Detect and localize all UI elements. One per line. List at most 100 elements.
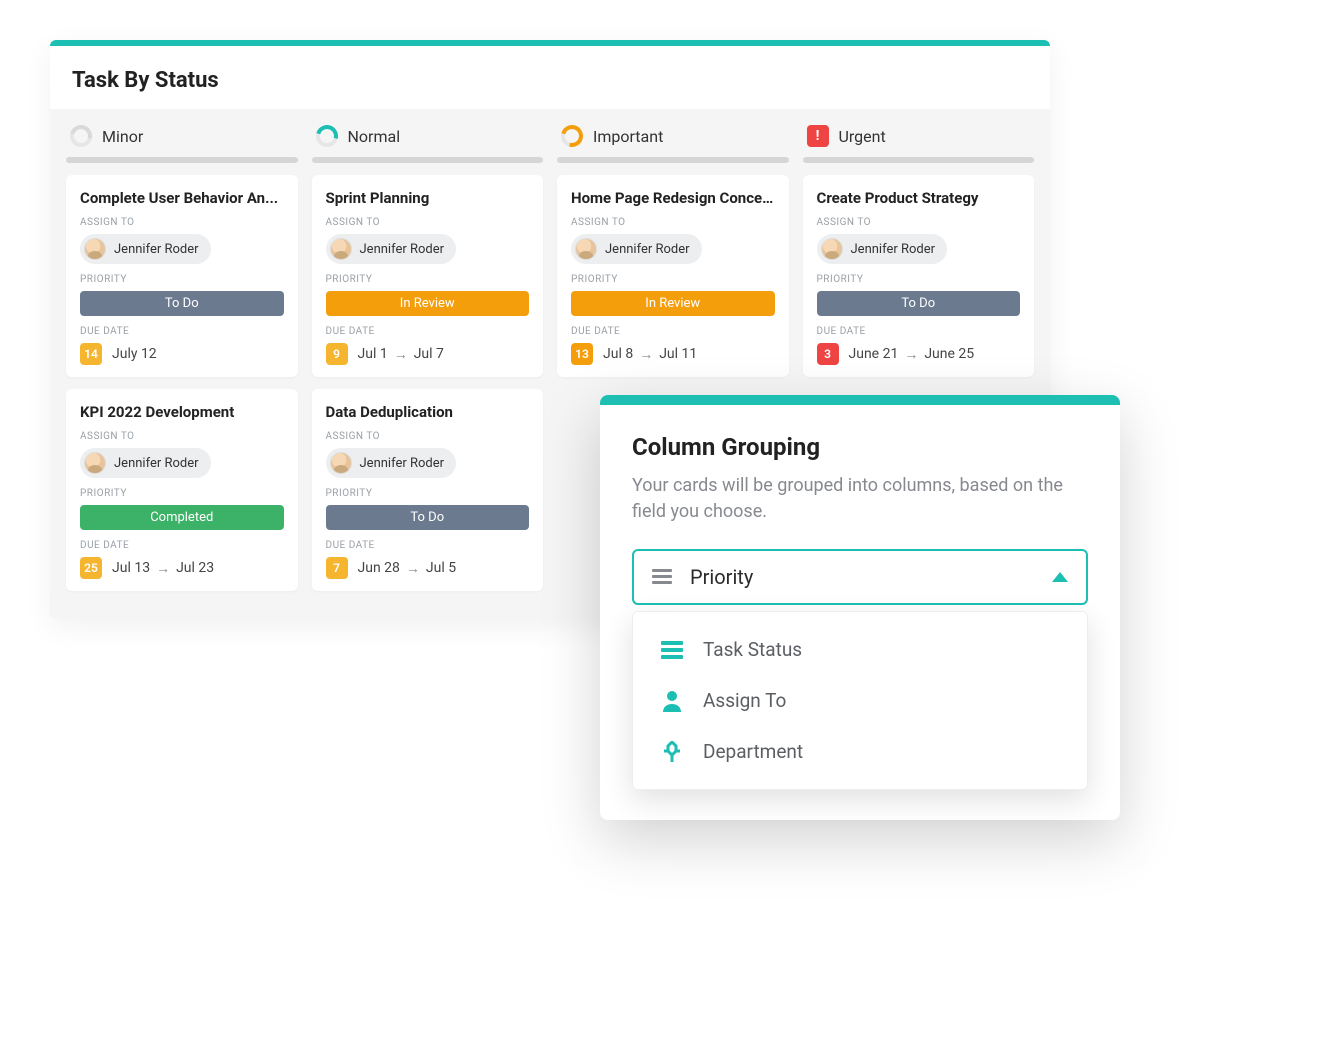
due-start: Jun 28	[358, 560, 400, 576]
popup-accent-bar	[600, 395, 1120, 405]
avatar	[330, 452, 352, 474]
status-pill[interactable]: To Do	[817, 291, 1021, 316]
board-title: Task By Status	[50, 46, 1050, 109]
avatar	[84, 238, 106, 260]
due-start: Jul 1	[358, 346, 388, 362]
task-card[interactable]: Complete User Behavior An...ASSIGN TOJen…	[66, 175, 298, 377]
due-text: Jun 28→Jul 5	[358, 560, 457, 577]
column-underline	[557, 157, 789, 163]
priority-label: PRIORITY	[326, 274, 530, 285]
priority-label: PRIORITY	[817, 274, 1021, 285]
dept-icon	[661, 741, 683, 763]
task-card[interactable]: Sprint Planning ASSIGN TO Jennifer Roder PR…	[312, 175, 544, 377]
due-text: Jul 1 → Jul 7	[358, 346, 444, 363]
due-badge: 13	[571, 343, 593, 365]
task-card[interactable]: Create Product Strategy ASSIGN TO Jennifer…	[803, 175, 1035, 377]
assignee-chip[interactable]: Jennifer Roder	[817, 234, 948, 264]
due-end: Jul 5	[426, 560, 456, 576]
important-ring-icon	[561, 125, 583, 147]
assignee-chip[interactable]: Jennifer Roder	[80, 234, 211, 264]
status-pill[interactable]: In Review	[571, 291, 775, 316]
status-pill[interactable]: Completed	[80, 505, 284, 530]
column-underline	[66, 157, 298, 163]
arrow-icon: →	[904, 346, 918, 363]
task-card[interactable]: Data Deduplication ASSIGN TO Jennifer Rode…	[312, 389, 544, 591]
due-label: DUE DATE	[817, 326, 1021, 337]
popup-title: Column Grouping	[632, 433, 1088, 461]
status-pill[interactable]: To Do	[80, 291, 284, 316]
column-normal: Normal Sprint Planning ASSIGN TO Jennifer R…	[312, 125, 544, 603]
popup-description: Your cards will be grouped into columns,…	[632, 473, 1088, 525]
grouping-option-task-status[interactable]: Task Status	[633, 624, 1087, 675]
due-badge: 14	[80, 343, 102, 365]
due-end: June 25	[924, 346, 974, 362]
due-start: June 21	[849, 346, 899, 362]
task-card[interactable]: KPI 2022 DevelopmentASSIGN TOJennifer Ro…	[66, 389, 298, 591]
priority-label: PRIORITY	[80, 274, 284, 285]
arrow-icon: →	[394, 346, 408, 363]
due-badge: 7	[326, 557, 348, 579]
grouping-select[interactable]: Priority	[632, 549, 1088, 605]
due-row: 3 June 21 → June 25	[817, 343, 1021, 365]
assignee-chip[interactable]: Jennifer Roder	[326, 234, 457, 264]
option-label: Task Status	[703, 638, 802, 661]
due-label: DUE DATE	[571, 326, 775, 337]
due-text: Jul 13→Jul 23	[112, 560, 214, 577]
due-label: DUE DATE	[326, 326, 530, 337]
due-start: July 12	[112, 346, 157, 362]
column-name: Important	[593, 127, 663, 146]
card-title: Data Deduplication	[326, 403, 530, 421]
due-label: DUE DATE	[80, 326, 284, 337]
due-badge: 9	[326, 343, 348, 365]
priority-label: PRIORITY	[80, 488, 284, 499]
assignee-chip[interactable]: Jennifer Roder	[80, 448, 211, 478]
minor-ring-icon	[70, 125, 92, 147]
column-underline	[803, 157, 1035, 163]
arrow-icon: →	[156, 560, 170, 577]
avatar	[575, 238, 597, 260]
assign-label: ASSIGN TO	[80, 431, 284, 442]
option-label: Assign To	[703, 689, 786, 712]
assign-label: ASSIGN TO	[326, 431, 530, 442]
assignee-name: Jennifer Roder	[360, 242, 445, 257]
due-text: June 21 → June 25	[849, 346, 975, 363]
column-header: Minor	[66, 125, 298, 157]
column-minor: MinorComplete User Behavior An...ASSIGN …	[66, 125, 298, 603]
due-row: 14 July 12	[80, 343, 284, 365]
option-label: Department	[703, 740, 803, 763]
priority-label: PRIORITY	[326, 488, 530, 499]
due-label: DUE DATE	[80, 540, 284, 551]
card-title: Home Page Redesign Conce...	[571, 189, 775, 207]
list-icon	[652, 569, 672, 585]
status-pill[interactable]: In Review	[326, 291, 530, 316]
assign-label: ASSIGN TO	[817, 217, 1021, 228]
assignee-name: Jennifer Roder	[851, 242, 936, 257]
column-underline	[312, 157, 544, 163]
task-card[interactable]: Home Page Redesign Conce...ASSIGN TOJenn…	[557, 175, 789, 377]
arrow-icon: →	[639, 346, 653, 363]
grouping-option-assign-to[interactable]: Assign To	[633, 675, 1087, 726]
assignee-name: Jennifer Roder	[360, 456, 445, 471]
assignee-chip[interactable]: Jennifer Roder	[326, 448, 457, 478]
assignee-name: Jennifer Roder	[605, 242, 690, 257]
due-label: DUE DATE	[326, 540, 530, 551]
status-pill[interactable]: To Do	[326, 505, 530, 530]
card-title: Sprint Planning	[326, 189, 530, 207]
assignee-chip[interactable]: Jennifer Roder	[571, 234, 702, 264]
due-badge: 3	[817, 343, 839, 365]
card-title: Complete User Behavior An...	[80, 189, 284, 207]
due-end: Jul 7	[414, 346, 444, 362]
card-title: Create Product Strategy	[817, 189, 1021, 207]
column-name: Normal	[348, 127, 401, 146]
assignee-name: Jennifer Roder	[114, 242, 199, 257]
grouping-option-department[interactable]: Department	[633, 726, 1087, 777]
urgent-icon: !	[807, 125, 829, 147]
assign-label: ASSIGN TO	[326, 217, 530, 228]
assignee-name: Jennifer Roder	[114, 456, 199, 471]
due-start: Jul 8	[603, 346, 633, 362]
column-name: Urgent	[839, 127, 886, 146]
column-header: ! Urgent	[803, 125, 1035, 157]
due-row: 9 Jul 1 → Jul 7	[326, 343, 530, 365]
column-header: Normal	[312, 125, 544, 157]
due-end: Jul 11	[659, 346, 697, 362]
